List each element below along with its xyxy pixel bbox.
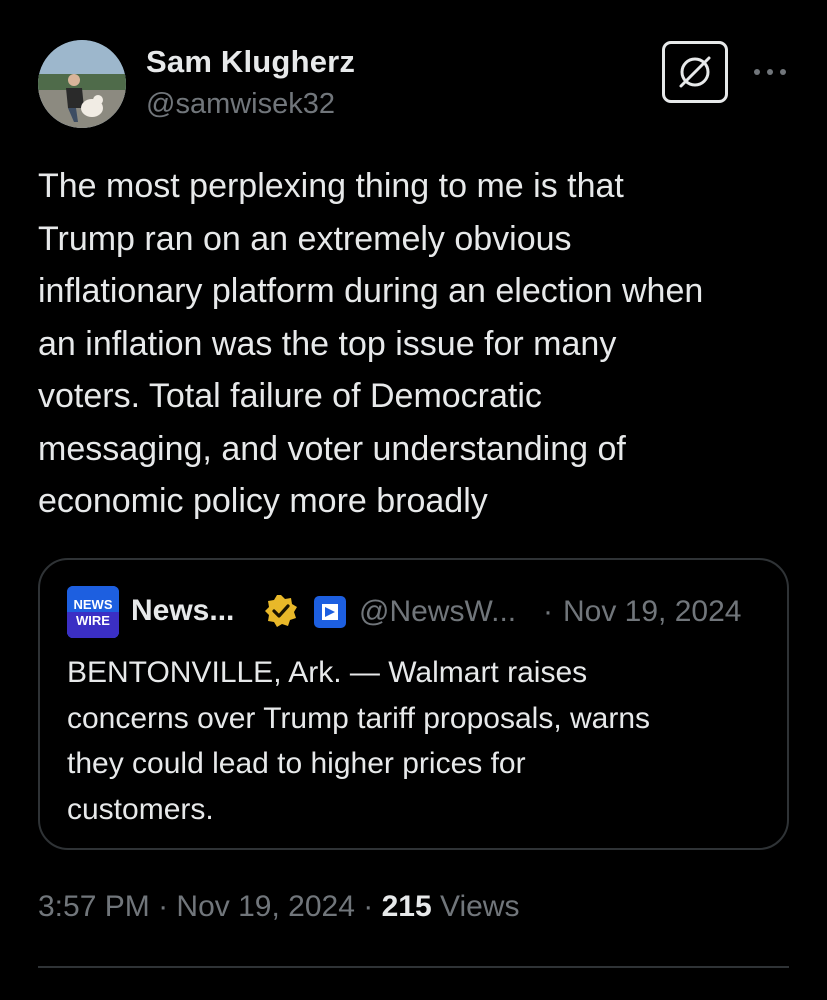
author-handle[interactable]: @samwisek32 xyxy=(146,88,335,121)
newswire-logo-line1: NEWS xyxy=(74,597,113,612)
newswire-logo-graphic: NEWS WIRE xyxy=(67,586,119,638)
more-dots-icon xyxy=(754,69,786,75)
post-date[interactable]: Nov 19, 2024 xyxy=(176,890,354,923)
quoted-post-header: NEWS WIRE News... @NewsW... · Nov 19, 20… xyxy=(67,586,767,638)
newswire-logo-line2: WIRE xyxy=(76,613,110,628)
post-meta: 3:57 PM · Nov 19, 2024 · 215 Views xyxy=(38,890,519,924)
quoted-post-card[interactable]: NEWS WIRE News... @NewsW... · Nov 19, 20… xyxy=(38,558,789,850)
grok-button[interactable] xyxy=(662,41,728,103)
post-text: The most perplexing thing to me is that … xyxy=(38,167,704,520)
author-avatar[interactable] xyxy=(38,40,126,128)
views-count[interactable]: 215 xyxy=(382,890,432,923)
quoted-author-name[interactable]: News... xyxy=(131,594,234,628)
post-header: Sam Klugherz @samwisek32 xyxy=(38,40,789,130)
quoted-separator: · xyxy=(543,595,553,628)
newswire-logo[interactable]: NEWS WIRE xyxy=(67,586,119,638)
more-options-button[interactable] xyxy=(752,60,788,84)
meta-separator: · xyxy=(158,890,169,923)
avatar-photo xyxy=(38,40,126,128)
verified-badge-icon xyxy=(263,593,299,629)
quoted-author-handle[interactable]: @NewsW... xyxy=(359,595,516,629)
divider xyxy=(38,966,789,968)
post-time[interactable]: 3:57 PM xyxy=(38,890,150,923)
meta-separator: · xyxy=(363,890,374,923)
views-label: Views xyxy=(439,890,520,923)
quoted-post-date[interactable]: Nov 19, 2024 xyxy=(563,595,741,629)
grok-icon xyxy=(679,56,711,88)
quoted-post-text: BENTONVILLE, Ark. — Walmart raises conce… xyxy=(67,656,651,826)
author-name[interactable]: Sam Klugherz xyxy=(146,44,355,80)
affiliate-badge-icon xyxy=(313,595,347,629)
